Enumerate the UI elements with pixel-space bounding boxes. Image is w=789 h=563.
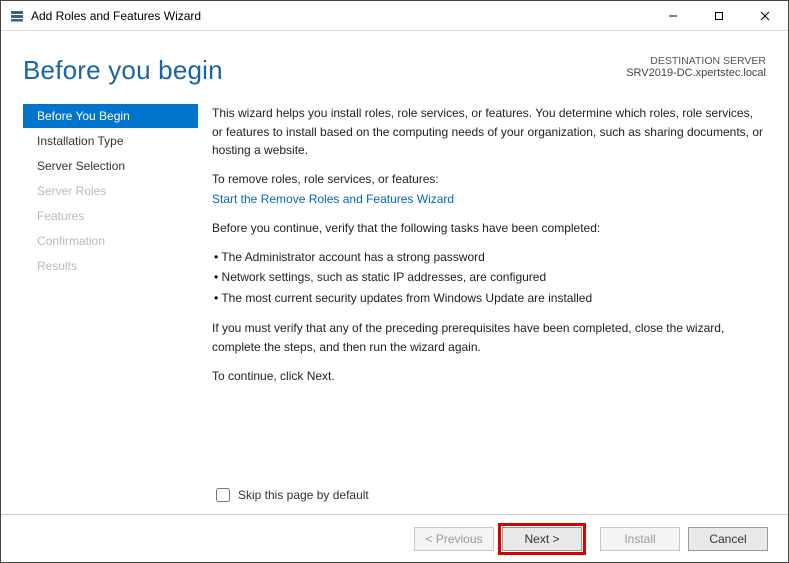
- nav-server-roles: Server Roles: [23, 179, 198, 203]
- remove-roles-link[interactable]: Start the Remove Roles and Features Wiza…: [212, 192, 454, 206]
- skip-page-label: Skip this page by default: [238, 488, 369, 502]
- maximize-button[interactable]: [696, 1, 742, 30]
- minimize-button[interactable]: [650, 1, 696, 30]
- nav-server-selection[interactable]: Server Selection: [23, 154, 198, 178]
- nav-installation-type[interactable]: Installation Type: [23, 129, 198, 153]
- wizard-content: This wizard helps you install roles, rol…: [198, 104, 766, 395]
- destination-server-box: DESTINATION SERVER SRV2019-DC.xpertstec.…: [626, 55, 766, 86]
- window-controls: [650, 1, 788, 30]
- wizard-footer: < Previous Next > Install Cancel: [1, 514, 788, 562]
- skip-page-row: Skip this page by default: [216, 488, 369, 502]
- remove-label: To remove roles, role services, or featu…: [212, 170, 766, 189]
- verify-label: Before you continue, verify that the fol…: [212, 219, 766, 238]
- nav-before-you-begin[interactable]: Before You Begin: [23, 104, 198, 128]
- close-button[interactable]: [742, 1, 788, 30]
- prereq-item: The Administrator account has a strong p…: [214, 248, 766, 267]
- intro-text: This wizard helps you install roles, rol…: [212, 104, 766, 160]
- prereq-item: Network settings, such as static IP addr…: [214, 268, 766, 287]
- server-manager-icon: [9, 8, 25, 24]
- continue-hint: To continue, click Next.: [212, 367, 766, 386]
- window-title: Add Roles and Features Wizard: [31, 9, 650, 23]
- prereq-item: The most current security updates from W…: [214, 289, 766, 308]
- cancel-button[interactable]: Cancel: [688, 527, 768, 551]
- install-button: Install: [600, 527, 680, 551]
- post-bullets-text: If you must verify that any of the prece…: [212, 319, 766, 356]
- skip-page-checkbox[interactable]: [216, 488, 230, 502]
- next-button[interactable]: Next >: [502, 527, 582, 551]
- wizard-header: Before you begin DESTINATION SERVER SRV2…: [1, 31, 788, 96]
- nav-features: Features: [23, 204, 198, 228]
- wizard-sidebar: Before You Begin Installation Type Serve…: [23, 104, 198, 395]
- destination-server-name: SRV2019-DC.xpertstec.local: [626, 67, 766, 79]
- destination-label: DESTINATION SERVER: [626, 55, 766, 67]
- previous-button: < Previous: [414, 527, 494, 551]
- page-title: Before you begin: [23, 55, 223, 86]
- nav-confirmation: Confirmation: [23, 229, 198, 253]
- nav-results: Results: [23, 254, 198, 278]
- prereq-list: The Administrator account has a strong p…: [212, 248, 766, 308]
- window-titlebar: Add Roles and Features Wizard: [1, 1, 788, 31]
